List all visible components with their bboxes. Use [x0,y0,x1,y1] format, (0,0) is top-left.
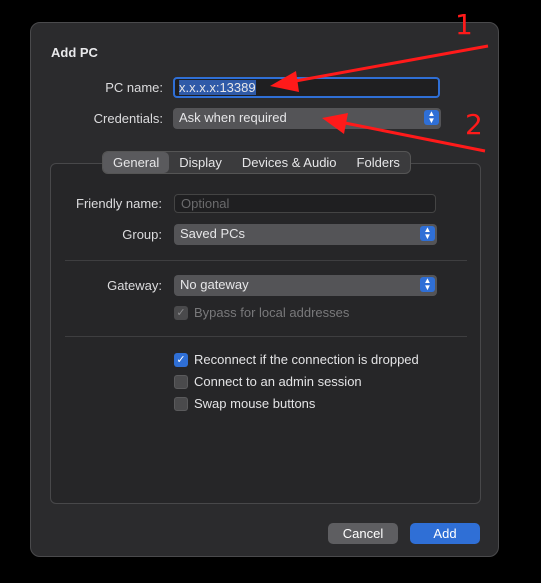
tab-bar: General Display Devices & Audio Folders [102,151,411,174]
add-pc-dialog: Add PC PC name: x.x.x.x:13389 Credential… [30,22,499,557]
group-label: Group: [122,227,162,242]
admin-session-checkbox[interactable] [174,375,188,389]
annotation-number-2: 2 [465,108,483,141]
gateway-value: No gateway [180,277,249,292]
tab-folders[interactable]: Folders [347,152,410,173]
pc-name-value: x.x.x.x:13389 [179,80,256,95]
annotation-number-1: 1 [455,8,473,41]
admin-session-label: Connect to an admin session [194,374,362,389]
popup-chevrons-icon: ▲ ▼ [420,277,435,292]
cancel-button[interactable]: Cancel [328,523,398,544]
add-button[interactable]: Add [410,523,480,544]
tab-devices-audio[interactable]: Devices & Audio [232,152,347,173]
checkmark-icon: ✓ [176,307,186,319]
bypass-label: Bypass for local addresses [194,305,350,320]
popup-chevrons-icon: ▲ ▼ [424,110,439,125]
credentials-value: Ask when required [179,110,287,125]
group-select[interactable]: Saved PCs ▲ ▼ [174,224,437,245]
swap-mouse-checkbox[interactable] [174,397,188,411]
gateway-select[interactable]: No gateway ▲ ▼ [174,275,437,296]
popup-chevrons-icon: ▲ ▼ [420,226,435,241]
reconnect-label: Reconnect if the connection is dropped [194,352,419,367]
settings-panel: Friendly name: Optional Group: Saved PCs… [50,163,481,504]
friendly-name-label: Friendly name: [76,196,162,211]
group-value: Saved PCs [180,226,246,241]
bypass-checkbox[interactable]: ✓ [174,306,188,320]
credentials-select[interactable]: Ask when required ▲ ▼ [173,108,441,129]
dialog-title: Add PC [51,45,98,60]
checkmark-icon: ✓ [176,354,186,366]
credentials-label: Credentials: [93,111,163,126]
reconnect-checkbox[interactable]: ✓ [174,353,188,367]
pc-name-label: PC name: [105,80,163,95]
pc-name-input[interactable]: x.x.x.x:13389 [173,77,440,98]
gateway-label: Gateway: [107,278,162,293]
divider [65,336,467,337]
tab-general[interactable]: General [103,152,170,173]
divider [65,260,467,261]
swap-mouse-label: Swap mouse buttons [194,396,316,411]
tab-display[interactable]: Display [169,152,232,173]
friendly-name-input[interactable]: Optional [174,194,436,213]
friendly-name-placeholder: Optional [181,196,230,211]
